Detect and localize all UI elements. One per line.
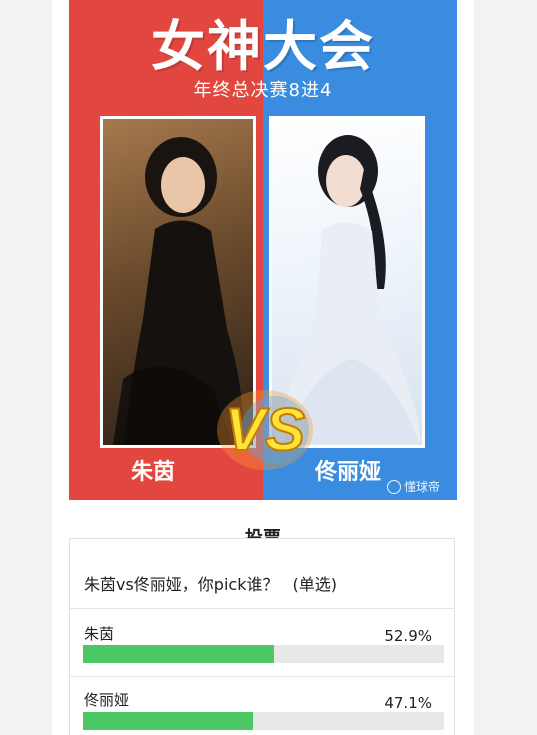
vs-text: VS (225, 396, 305, 463)
vote-progress-fill (83, 645, 274, 663)
poster-title: 女神大会 (151, 15, 375, 78)
watermark-logo-icon (387, 479, 401, 494)
vote-option-percent: 52.9% (384, 627, 432, 645)
divider (70, 608, 454, 609)
vote-progress-track (83, 712, 444, 730)
vs-emblem: VS (213, 384, 317, 474)
divider (70, 676, 454, 677)
watermark-text: 懂球帝 (404, 480, 441, 494)
vote-card: 朱茵vs佟丽娅，你pick谁？ (单选) 朱茵 52.9% 佟丽娅 47.1% (69, 538, 455, 735)
right-contestant-name: 佟丽娅 (315, 460, 382, 485)
vote-progress-fill (83, 712, 254, 730)
vote-progress-track (83, 645, 444, 663)
vote-option-label: 朱茵 (84, 625, 115, 643)
left-contestant-name: 朱茵 (131, 460, 176, 485)
vote-option-label: 佟丽娅 (84, 691, 130, 709)
vote-option-percent: 47.1% (384, 694, 432, 712)
watermark: 懂球帝 (387, 478, 440, 495)
vote-mode-label: (单选) (292, 575, 337, 594)
poster-image: 女神大会 年终总决赛8进4 VS 朱茵 佟丽娅 懂球帝 (69, 0, 457, 500)
vote-question-text: 朱茵vs佟丽娅，你pick谁？ (84, 575, 279, 594)
poster-subtitle: 年终总决赛8进4 (193, 80, 333, 101)
vote-question: 朱茵vs佟丽娅，你pick谁？ (单选) (84, 571, 337, 595)
